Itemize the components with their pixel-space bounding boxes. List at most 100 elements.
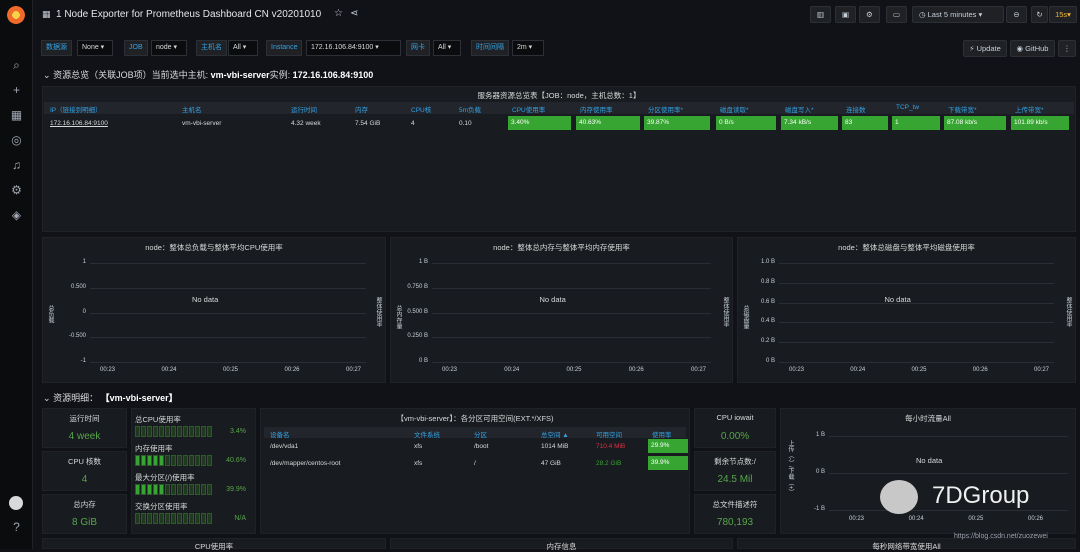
time-picker[interactable]: ◷ Last 5 minutes ▾: [912, 6, 1004, 23]
bar-gauge: [135, 426, 217, 439]
var-label-hostname: 主机名: [196, 40, 227, 56]
gridline: [829, 436, 1068, 437]
row-overview-header[interactable]: ⌄ 资源总览（关联JOB项）当前选中主机: vm-vbi-server实例: 1…: [43, 68, 373, 81]
traffic-y-tick: -1 B: [813, 506, 825, 512]
bar-gauge-segment: [195, 455, 200, 466]
overview-col-header[interactable]: 分区使用率*: [648, 104, 683, 114]
refresh-icon[interactable]: ↻: [1031, 6, 1048, 23]
plus-icon[interactable]: +: [9, 83, 24, 98]
overview-col-header[interactable]: 连接数: [846, 104, 866, 114]
overview-col-header[interactable]: CPU核: [411, 104, 431, 114]
row-detail-header[interactable]: ⌄ 资源明细： 【vm-vbi-server】: [43, 391, 178, 404]
bar-gauge-segment: [207, 455, 212, 466]
no-data-label: No data: [539, 295, 566, 304]
bar-gauge-segment: [183, 455, 188, 466]
bar-gauge-segment: [171, 484, 176, 495]
settings-gear-icon[interactable]: ⚙: [859, 6, 880, 23]
gauge-value: 40.6%: [226, 457, 246, 464]
explore-icon[interactable]: ◎: [9, 133, 24, 148]
bar-gauge-segment: [171, 513, 176, 524]
partitions-col-header[interactable]: 总空间 ▲: [541, 429, 569, 439]
stat-label: 总内存: [73, 500, 96, 509]
zoom-out-icon[interactable]: ⊖: [1006, 6, 1027, 23]
stat-label: 运行时间: [69, 414, 100, 423]
dashboards-icon[interactable]: ▦: [9, 108, 24, 123]
search-icon[interactable]: ⌕: [9, 58, 24, 73]
star-icon[interactable]: ☆: [334, 8, 343, 19]
overview-cell: 1: [892, 116, 940, 130]
gauge-label: 交换分区使用率: [135, 502, 188, 511]
bar-gauge-segment: [153, 455, 158, 466]
y-axis-label: 总磁盘量: [742, 305, 748, 329]
overview-col-header[interactable]: 主机名: [182, 104, 202, 114]
row-overview-instance: 172.16.106.84:9100: [292, 70, 374, 80]
overview-col-header[interactable]: CPU使用率: [512, 104, 545, 114]
add-panel-icon[interactable]: ▥: [810, 6, 831, 23]
tv-mode-icon[interactable]: ▭: [886, 6, 907, 23]
partitions-col-header[interactable]: 使用率: [652, 429, 672, 439]
bar-gauge-segment: [189, 513, 194, 524]
gridline: [432, 337, 711, 339]
partitions-col-header[interactable]: 分区: [474, 429, 487, 439]
overview-col-header[interactable]: 运行时间: [291, 104, 317, 114]
grafana-logo-icon[interactable]: [7, 6, 25, 24]
var-value-nic: All: [438, 44, 446, 51]
bar-gauge-segment: [177, 513, 182, 524]
configuration-gear-icon[interactable]: ⚙: [9, 183, 24, 198]
partition-cell: /dev/mapper/centos-root: [270, 460, 341, 467]
bar-gauge-segment: [135, 513, 140, 524]
bar-gauge-segment: [183, 484, 188, 495]
more-links-icon[interactable]: ⋮: [1058, 40, 1076, 57]
var-select-job[interactable]: node ▾: [151, 40, 187, 56]
github-link[interactable]: ◉ GitHub: [1010, 40, 1055, 57]
overview-col-header[interactable]: 5m负载: [459, 104, 481, 114]
bar-gauge-segment: [177, 455, 182, 466]
overview-col-header[interactable]: 上传带宽*: [1015, 104, 1044, 114]
row-overview-instance-label: 实例:: [269, 70, 291, 80]
overview-cell: 83: [842, 116, 888, 130]
stat-value: 8 GiB: [71, 517, 97, 528]
partition-cell: xfs: [414, 443, 423, 450]
share-icon[interactable]: ⋖: [350, 8, 358, 19]
gridline: [779, 282, 1054, 284]
var-select-hostname[interactable]: All ▾: [228, 40, 258, 56]
bar-gauge-segment: [207, 426, 212, 437]
gridline: [829, 510, 1068, 511]
overview-col-header[interactable]: 内存: [355, 104, 368, 114]
shield-icon[interactable]: ◈: [9, 208, 24, 223]
overview-cell: 0.10: [459, 120, 472, 127]
no-data-label: No data: [192, 295, 219, 304]
alerting-bell-icon[interactable]: ♫: [9, 158, 24, 173]
overview-col-header[interactable]: 磁盘读取*: [720, 104, 749, 114]
refresh-interval[interactable]: 15s▾: [1049, 6, 1077, 23]
dashboard-title[interactable]: 1 Node Exporter for Prometheus Dashboard…: [56, 9, 321, 20]
bar-gauge-segment: [165, 426, 170, 437]
overview-col-header[interactable]: 磁盘写入*: [785, 104, 814, 114]
bar-gauge-segment: [195, 484, 200, 495]
bar-gauge-segment: [171, 455, 176, 466]
var-select-instance[interactable]: 172.16.106.84:9100 ▾: [306, 40, 401, 56]
var-label-nic: 网卡: [406, 40, 430, 56]
bar-gauge-segment: [147, 455, 152, 466]
overview-col-header[interactable]: 内存使用率: [580, 104, 613, 114]
var-select-datasource[interactable]: None ▾: [77, 40, 113, 56]
update-link[interactable]: ⚡ Update: [963, 40, 1007, 57]
gridline: [432, 287, 711, 289]
avatar[interactable]: [9, 496, 23, 510]
partitions-col-header[interactable]: 设备名: [270, 429, 290, 439]
traffic-x-tick: 00:23: [849, 516, 865, 522]
help-icon[interactable]: ?: [9, 520, 24, 535]
overview-ip-link[interactable]: 172.16.106.84:9100: [50, 120, 108, 127]
bar-gauge-segment: [201, 426, 206, 437]
gridline: [432, 263, 711, 264]
overview-col-header[interactable]: 下载带宽*: [948, 104, 977, 114]
partitions-col-header[interactable]: 可用空间: [596, 429, 622, 439]
bar-gauge-segment: [183, 513, 188, 524]
partitions-col-header[interactable]: 文件系统: [414, 429, 440, 439]
gauge-label: 总CPU使用率: [135, 415, 181, 424]
save-icon[interactable]: ▣: [835, 6, 856, 23]
var-select-interval[interactable]: 2m ▾: [512, 40, 544, 56]
overview-col-header[interactable]: IP（链接到明细）: [50, 104, 102, 114]
overview-col-header[interactable]: TCP_tw: [896, 104, 919, 111]
var-select-nic[interactable]: All ▾: [433, 40, 461, 56]
